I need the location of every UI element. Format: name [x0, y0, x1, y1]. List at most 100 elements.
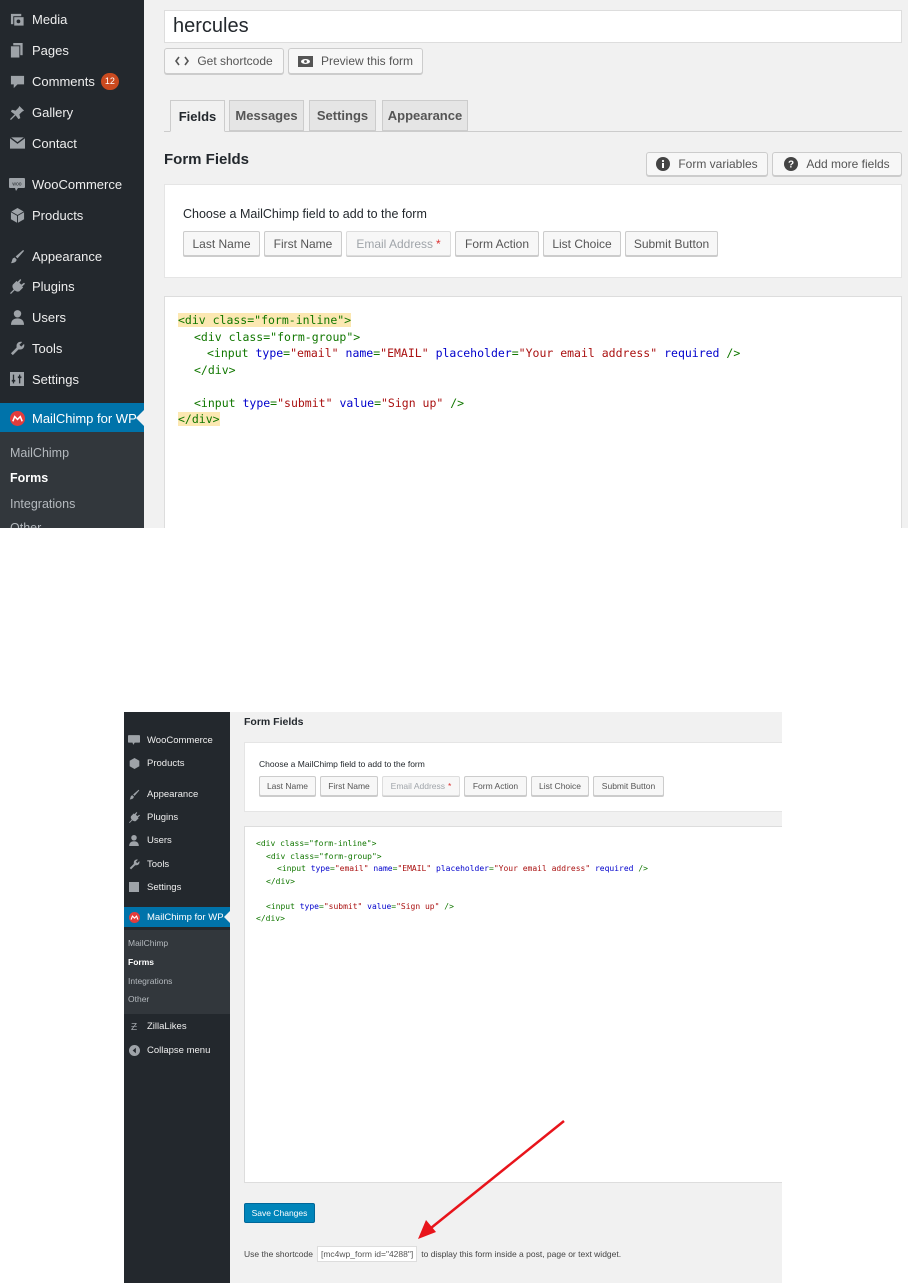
sidebar-item-label: MailChimp for WP [147, 911, 224, 923]
code-close-div: </div> [178, 412, 220, 426]
sidebar-item-contact[interactable]: Contact [0, 128, 144, 158]
required-mark: * [448, 781, 452, 791]
svg-text:Ƶ: Ƶ [131, 1022, 137, 1031]
code-line-7: </div> [178, 412, 220, 426]
preview-icon [297, 55, 313, 67]
form-variables-button[interactable]: Form variables [646, 152, 768, 176]
brush-icon [9, 248, 25, 264]
tab-appearance[interactable]: Appearance [382, 100, 468, 131]
svg-text:?: ? [788, 160, 794, 171]
cube-icon [9, 207, 25, 223]
tab-settings[interactable]: Settings [309, 100, 376, 131]
sidebar-item-settings[interactable]: Settings [124, 877, 230, 897]
save-changes-button[interactable]: Save Changes [244, 1203, 315, 1223]
screenshot-bottom: WooCommerce Products Appearance Plugins … [124, 712, 782, 1283]
mailchimp-submenu: MailChimp Forms Integrations Other [124, 930, 230, 1014]
tab-messages[interactable]: Messages [229, 100, 304, 131]
sidebar-item-label: Plugins [147, 811, 179, 823]
sidebar-item-users[interactable]: Users [0, 302, 144, 332]
field-button-form-action[interactable]: Form Action [464, 776, 527, 796]
sidebar-item-pages[interactable]: Pages [0, 35, 144, 65]
shortcode-suffix: to display this form inside a post, page… [421, 1249, 622, 1259]
code-icon [175, 56, 190, 66]
submenu-item-mailchimp[interactable]: MailChimp [128, 938, 168, 948]
svg-text:woo: woo [12, 181, 21, 187]
field-button-last-name[interactable]: Last Name [259, 776, 316, 796]
field-button-list-choice[interactable]: List Choice [531, 776, 589, 796]
sidebar-item-media[interactable]: Media [0, 4, 144, 34]
sidebar-item-woocommerce[interactable]: woo WooCommerce [0, 169, 144, 199]
sidebar-item-appearance[interactable]: Appearance [0, 241, 144, 271]
sidebar-item-label: ZillaLikes [147, 1020, 187, 1032]
plug-icon [9, 278, 25, 294]
mail-icon [9, 135, 25, 151]
form-fields-heading: Form Fields [244, 716, 304, 728]
sidebar-item-label: Users [32, 309, 66, 325]
mailchimp-icon [128, 911, 140, 923]
field-button-email-address: Email Address * [346, 231, 451, 256]
field-button-submit-button[interactable]: Submit Button [593, 776, 664, 796]
sidebar-item-plugins[interactable]: Plugins [0, 271, 144, 301]
woo-icon: woo [9, 176, 25, 192]
comments-icon [9, 73, 25, 89]
sidebar-item-products[interactable]: Products [0, 200, 144, 230]
sidebar-item-gallery[interactable]: Gallery [0, 97, 144, 127]
pages-icon [9, 42, 25, 58]
get-shortcode-button[interactable]: Get shortcode [164, 48, 284, 74]
sidebar-item-label: WooCommerce [147, 734, 213, 746]
settings-icon [9, 371, 25, 387]
sidebar-item-appearance[interactable]: Appearance [124, 784, 230, 804]
sidebar-item-mailchimp-for-wp[interactable]: MailChimp for WP [124, 907, 230, 927]
field-button-form-action[interactable]: Form Action [455, 231, 539, 256]
sidebar-item-woocommerce[interactable]: WooCommerce [124, 730, 230, 750]
field-chooser-panel: Choose a MailChimp field to add to the f… [244, 742, 782, 812]
sidebar-item-comments[interactable]: Comments 12 [0, 66, 144, 96]
form-title-input[interactable]: hercules [164, 10, 902, 43]
sidebar-item-users[interactable]: Users [124, 830, 230, 850]
media-icon [9, 11, 25, 27]
form-variables-label: Form variables [678, 157, 758, 171]
collapse-menu-button[interactable]: Collapse menu [124, 1040, 230, 1060]
preview-form-button[interactable]: Preview this form [288, 48, 423, 74]
sidebar-item-products[interactable]: Products [124, 753, 230, 773]
submenu-item-mailchimp[interactable]: MailChimp [10, 446, 69, 460]
field-button-submit-button[interactable]: Submit Button [625, 231, 718, 256]
sidebar-item-zillalikes[interactable]: Ƶ ZillaLikes [124, 1016, 230, 1036]
field-button-list-choice[interactable]: List Choice [543, 231, 621, 256]
admin-sidebar: Media Pages Comments 12 Gallery Contact … [0, 0, 144, 528]
add-more-fields-button[interactable]: ? Add more fields [772, 152, 902, 176]
sidebar-item-label: Settings [147, 881, 182, 893]
sidebar-item-tools[interactable]: Tools [124, 854, 230, 874]
submenu-item-forms[interactable]: Forms [10, 471, 48, 485]
admin-sidebar-zoomed: WooCommerce Products Appearance Plugins … [124, 712, 230, 1283]
submenu-item-other[interactable]: Other [10, 521, 41, 528]
sidebar-item-label: Gallery [32, 104, 74, 120]
sidebar-item-label: Pages [32, 42, 69, 58]
field-button-last-name[interactable]: Last Name [183, 231, 260, 256]
sidebar-item-mailchimp-for-wp[interactable]: MailChimp for WP [0, 403, 144, 433]
field-button-first-name[interactable]: First Name [264, 231, 342, 256]
red-arrow-annotation [418, 1120, 565, 1239]
submenu-item-integrations[interactable]: Integrations [10, 497, 75, 511]
comments-count-badge: 12 [100, 72, 119, 90]
preview-form-label: Preview this form [320, 54, 414, 68]
pin-icon [9, 104, 25, 120]
field-button-first-name[interactable]: First Name [320, 776, 378, 796]
submenu-item-other[interactable]: Other [128, 994, 149, 1004]
code-line-6: <input type="submit" value="Sign up" /> [266, 902, 454, 911]
screenshot-top: Media Pages Comments 12 Gallery Contact … [0, 0, 908, 528]
sidebar-item-label: Comments [32, 73, 95, 89]
sidebar-item-settings[interactable]: Settings [0, 364, 144, 394]
sidebar-item-tools[interactable]: Tools [0, 333, 144, 363]
submenu-item-integrations[interactable]: Integrations [128, 976, 172, 986]
get-shortcode-label: Get shortcode [197, 54, 273, 68]
shortcode-field[interactable]: [mc4wp_form id="4288"] [316, 1246, 418, 1262]
code-line-2: <div class="form-group"> [266, 852, 382, 861]
add-more-fields-label: Add more fields [806, 157, 890, 171]
user-icon [9, 309, 25, 325]
collapse-icon [128, 1044, 140, 1056]
submenu-item-forms[interactable]: Forms [128, 957, 154, 967]
tab-fields[interactable]: Fields [170, 100, 225, 132]
sidebar-item-plugins[interactable]: Plugins [124, 807, 230, 827]
form-code-editor[interactable]: <div class="form-inline"> <div class="fo… [164, 296, 902, 528]
